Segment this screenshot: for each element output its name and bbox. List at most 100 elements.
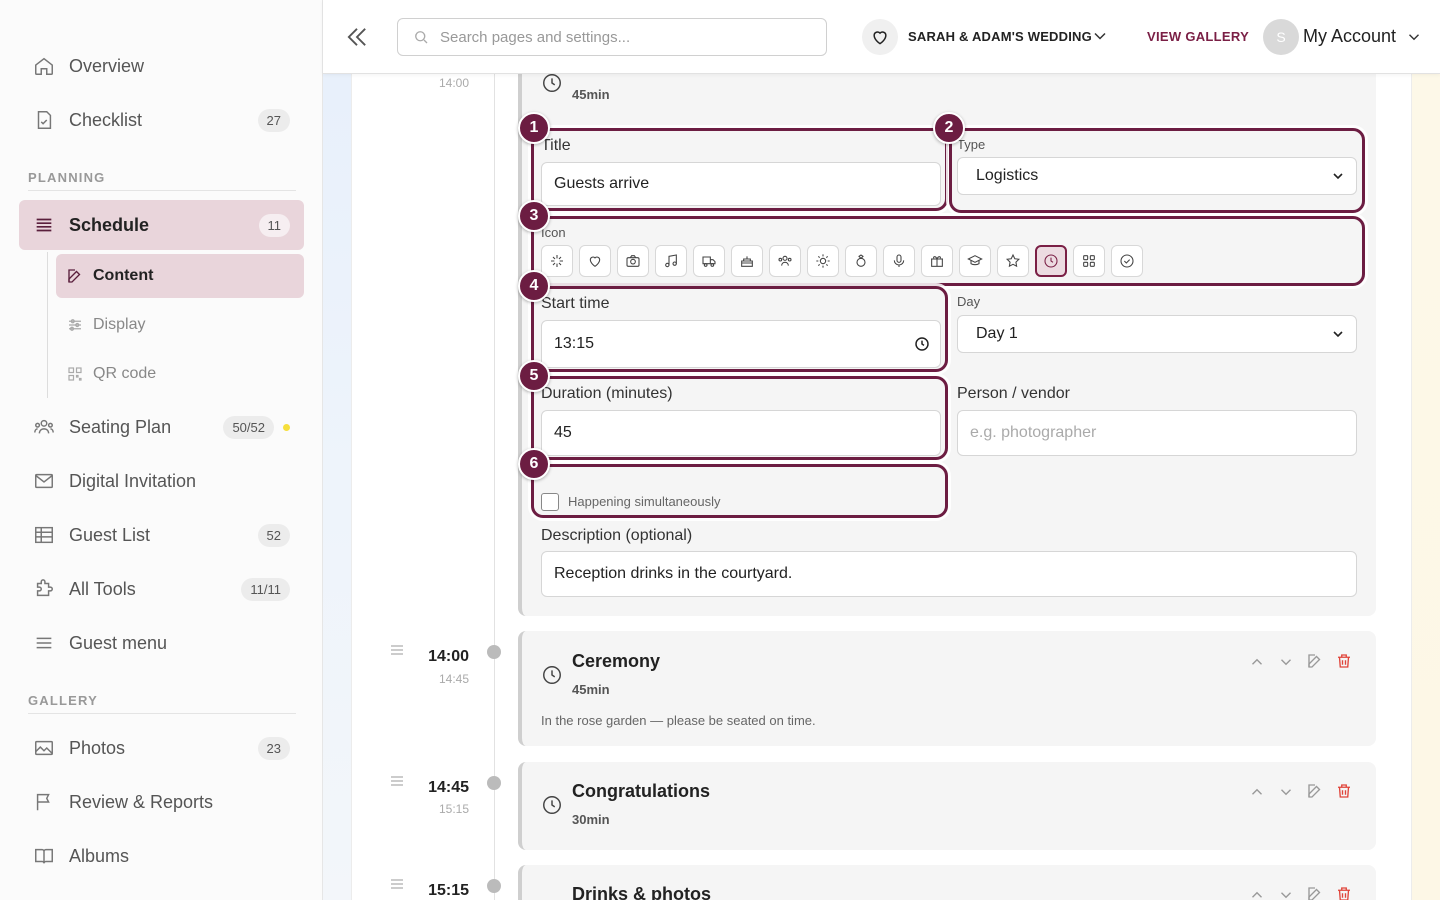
avatar[interactable]: S bbox=[1263, 19, 1299, 55]
sidebar-item-label: Guest menu bbox=[69, 632, 168, 653]
chevron-down-icon bbox=[1330, 326, 1346, 342]
qr-icon bbox=[66, 365, 84, 383]
move-up-icon[interactable] bbox=[1248, 886, 1266, 900]
sidebar-item-label: Schedule bbox=[69, 214, 150, 235]
edit-icon[interactable] bbox=[1306, 652, 1324, 670]
flag-icon bbox=[33, 791, 55, 813]
event-end-time: 15:15 bbox=[438, 802, 469, 816]
edit-icon bbox=[66, 267, 84, 285]
sidebar-item-guest-menu[interactable]: Guest menu bbox=[19, 618, 304, 668]
list-icon bbox=[33, 214, 55, 236]
chevron-down-icon[interactable] bbox=[1090, 26, 1110, 46]
move-down-icon[interactable] bbox=[1277, 783, 1295, 801]
move-up-icon[interactable] bbox=[1248, 653, 1266, 671]
right-gutter bbox=[1412, 74, 1440, 900]
callout-box-simultaneous bbox=[531, 464, 948, 518]
count-badge: 11/11 bbox=[241, 578, 290, 601]
subitem-label: QR code bbox=[93, 365, 157, 382]
description-label: Description (optional) bbox=[541, 527, 693, 544]
callout-box-icon bbox=[531, 216, 1365, 286]
event-end-time: 14:00 bbox=[438, 76, 469, 90]
delete-icon[interactable] bbox=[1335, 885, 1353, 900]
description-field[interactable]: Reception drinks in the courtyard. bbox=[541, 551, 1357, 597]
sidebar-item-schedule[interactable]: Schedule 11 bbox=[19, 200, 304, 250]
document-check-icon bbox=[33, 109, 55, 131]
callout-number: 1 bbox=[518, 112, 550, 144]
search-input[interactable]: Search pages and settings... bbox=[397, 18, 827, 56]
section-divider bbox=[28, 190, 296, 191]
event-card-congratulations[interactable] bbox=[518, 762, 1376, 850]
sidebar-item-label: Digital Invitation bbox=[69, 470, 197, 491]
callout-box-type bbox=[949, 128, 1365, 213]
sidebar-item-seating-plan[interactable]: Seating Plan 50/52 bbox=[19, 402, 304, 452]
timeline-dot bbox=[487, 879, 501, 893]
sidebar-item-albums[interactable]: Albums bbox=[19, 831, 304, 881]
sidebar-item-digital-invitation[interactable]: Digital Invitation bbox=[19, 456, 304, 506]
clock-icon bbox=[541, 794, 563, 816]
sidebar-item-photos[interactable]: Photos 23 bbox=[19, 723, 304, 773]
sidebar-item-all-tools[interactable]: All Tools 11/11 bbox=[19, 564, 304, 614]
delete-icon[interactable] bbox=[1335, 652, 1353, 670]
section-label-gallery: GALLERY bbox=[28, 693, 99, 708]
subitem-qr-code[interactable]: QR code bbox=[56, 352, 304, 396]
delete-icon[interactable] bbox=[1335, 782, 1353, 800]
person-field[interactable]: e.g. photographer bbox=[957, 410, 1357, 456]
count-badge: 11 bbox=[258, 214, 290, 237]
section-label-planning: PLANNING bbox=[28, 170, 106, 185]
sidebar-item-label: Checklist bbox=[69, 109, 143, 130]
sidebar: Overview Checklist 27 PLANNING Schedule … bbox=[0, 0, 323, 900]
top-bar: Search pages and settings... SARAH & ADA… bbox=[323, 0, 1440, 74]
day-select[interactable]: Day 1 bbox=[957, 315, 1357, 353]
chevron-down-icon[interactable] bbox=[1405, 28, 1423, 46]
search-icon bbox=[412, 28, 430, 46]
person-label: Person / vendor bbox=[957, 385, 1070, 402]
sidebar-item-label: Seating Plan bbox=[69, 416, 172, 437]
sidebar-item-guest-list[interactable]: Guest List 52 bbox=[19, 510, 304, 560]
event-start-time: 15:15 bbox=[428, 882, 469, 899]
sidebar-item-review-reports[interactable]: Review & Reports bbox=[19, 777, 304, 827]
menu-lines-icon bbox=[33, 632, 55, 654]
event-duration: 30min bbox=[572, 812, 610, 827]
callout-number: 3 bbox=[518, 200, 550, 232]
callout-box-start-time bbox=[531, 286, 948, 372]
event-card-ceremony[interactable] bbox=[518, 631, 1376, 746]
callout-number: 5 bbox=[518, 360, 550, 392]
sidebar-item-checklist[interactable]: Checklist 27 bbox=[19, 95, 304, 145]
sidebar-item-label: Review & Reports bbox=[69, 791, 214, 812]
subitem-content[interactable]: Content bbox=[56, 254, 304, 298]
callout-box-title bbox=[531, 128, 948, 211]
envelope-icon bbox=[33, 470, 55, 492]
move-up-icon[interactable] bbox=[1248, 783, 1266, 801]
move-down-icon[interactable] bbox=[1277, 653, 1295, 671]
sliders-icon bbox=[66, 316, 84, 334]
heart-icon[interactable] bbox=[862, 19, 898, 55]
count-badge: 50/52 bbox=[223, 416, 274, 439]
event-title: Drinks & photos bbox=[572, 884, 712, 900]
search-placeholder: Search pages and settings... bbox=[440, 28, 631, 46]
puzzle-icon bbox=[33, 578, 55, 600]
people-group-icon bbox=[33, 416, 55, 438]
clock-icon bbox=[541, 72, 563, 94]
left-gutter bbox=[323, 74, 351, 900]
wedding-selector[interactable]: SARAH & ADAM'S WEDDING bbox=[908, 29, 1092, 44]
callout-box-duration bbox=[531, 376, 948, 460]
move-down-icon[interactable] bbox=[1277, 886, 1295, 900]
sidebar-item-overview[interactable]: Overview bbox=[19, 41, 304, 91]
count-badge: 52 bbox=[257, 524, 290, 547]
sidebar-item-label: Guest List bbox=[69, 524, 151, 545]
status-dot bbox=[283, 424, 290, 431]
callout-number: 6 bbox=[518, 448, 550, 480]
image-icon bbox=[33, 737, 55, 759]
view-gallery-link[interactable]: VIEW GALLERY bbox=[1147, 29, 1249, 44]
book-open-icon bbox=[33, 845, 55, 867]
collapse-sidebar-icon[interactable] bbox=[343, 23, 371, 51]
event-start-time: 14:45 bbox=[428, 779, 469, 796]
edit-icon[interactable] bbox=[1306, 885, 1324, 900]
event-duration: 45min bbox=[572, 682, 610, 697]
sidebar-item-label: Albums bbox=[69, 845, 130, 866]
event-description: In the rose garden — please be seated on… bbox=[541, 713, 816, 728]
day-value: Day 1 bbox=[976, 325, 1018, 342]
subitem-display[interactable]: Display bbox=[56, 303, 304, 347]
edit-icon[interactable] bbox=[1306, 782, 1324, 800]
account-menu[interactable]: My Account bbox=[1303, 26, 1396, 47]
